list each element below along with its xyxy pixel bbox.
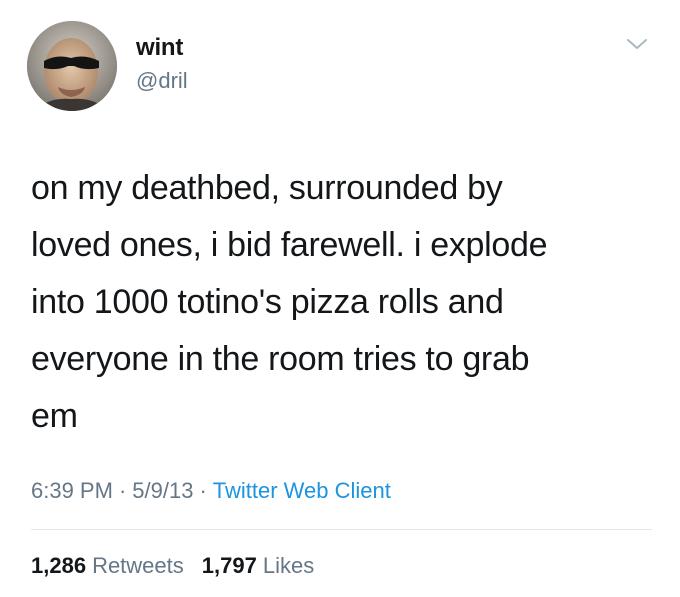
retweets-label: Retweets <box>92 553 184 578</box>
retweets-count: 1,286 <box>31 553 87 578</box>
user-handle[interactable]: @dril <box>136 68 188 94</box>
meta-separator: · <box>199 478 207 503</box>
tweet-stats: 1,286 Retweets 1,797 Likes <box>31 553 314 579</box>
likes-count: 1,797 <box>201 553 257 578</box>
likes-label: Likes <box>262 553 315 578</box>
avatar[interactable] <box>27 21 117 111</box>
display-name[interactable]: wint <box>136 34 183 62</box>
chevron-down-icon[interactable] <box>624 35 650 55</box>
avatar-image <box>27 21 117 111</box>
tweet-text: on my deathbed, surrounded by loved ones… <box>31 169 548 435</box>
tweet-metadata: 6:39 PM · 5/9/13 · Twitter Web Client <box>31 478 391 504</box>
tweet-client-link[interactable]: Twitter Web Client <box>213 478 391 503</box>
retweets-stat[interactable]: 1,286 Retweets <box>31 553 184 578</box>
tweet-date[interactable]: 5/9/13 <box>132 478 193 503</box>
tweet-card: wint @dril on my deathbed, surrounded by… <box>0 0 680 597</box>
divider <box>31 529 652 530</box>
tweet-time[interactable]: 6:39 PM <box>31 478 113 503</box>
likes-stat[interactable]: 1,797 Likes <box>202 553 314 578</box>
meta-separator: · <box>118 478 127 503</box>
